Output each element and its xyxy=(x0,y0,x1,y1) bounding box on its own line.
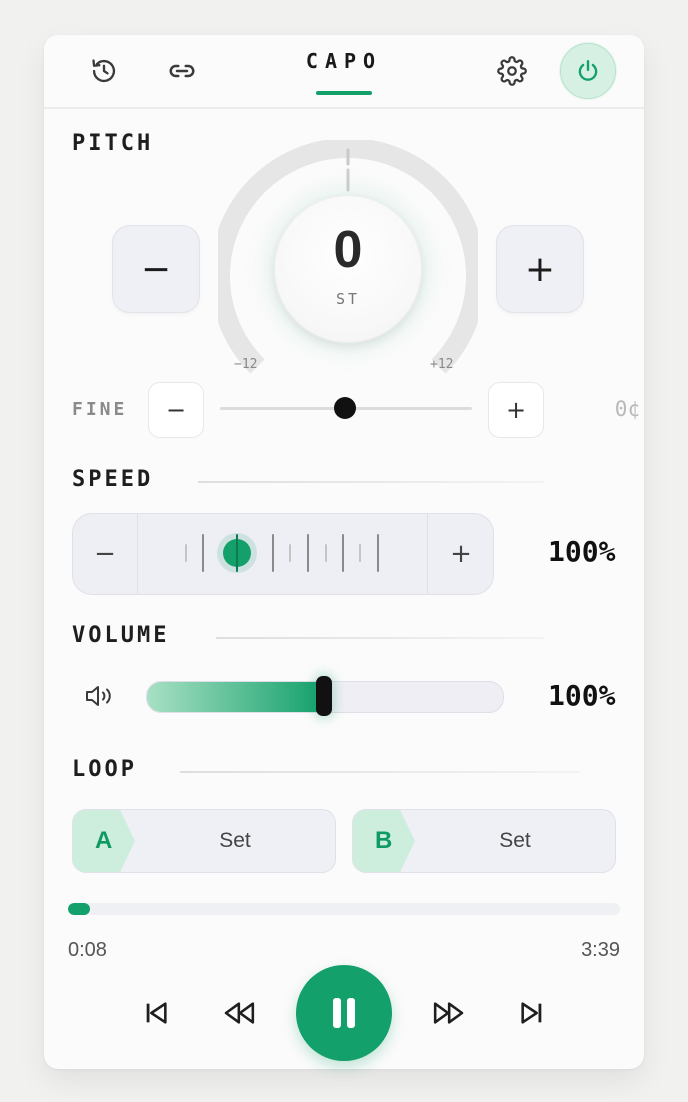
speed-label: SPEED xyxy=(72,467,154,492)
speed-value: 100% xyxy=(548,535,616,568)
pitch-value: 0 xyxy=(333,221,363,279)
history-icon xyxy=(92,59,116,83)
next-track-button[interactable] xyxy=(510,991,554,1035)
power-icon xyxy=(578,60,598,81)
total-duration: 3:39 xyxy=(581,939,620,961)
player-card: CAPO PITCH − + 0 ST −12 +12 FINE − + 0¢ … xyxy=(44,35,644,1069)
speed-divider xyxy=(198,481,544,483)
speed-decrease-button[interactable]: − xyxy=(73,514,137,594)
rewind-button[interactable] xyxy=(218,991,262,1035)
volume-slider-fill xyxy=(147,682,325,712)
title-underline xyxy=(316,91,372,95)
gear-icon xyxy=(497,56,527,86)
loop-b-button[interactable]: B Set xyxy=(352,809,616,873)
minus-icon: − xyxy=(165,396,187,424)
minus-icon: − xyxy=(140,248,172,290)
fine-slider-thumb[interactable] xyxy=(334,397,356,419)
loop-b-label: Set xyxy=(499,829,531,852)
plus-icon: + xyxy=(450,539,472,569)
plus-icon: + xyxy=(524,248,556,290)
speed-tick xyxy=(289,544,291,562)
playback-progress-track[interactable] xyxy=(68,903,620,915)
pitch-min-label: −12 xyxy=(234,357,258,372)
fast-forward-button[interactable] xyxy=(426,991,470,1035)
speaker-icon xyxy=(86,686,111,706)
volume-slider-thumb[interactable] xyxy=(316,676,332,716)
pitch-decrease-button[interactable]: − xyxy=(112,225,200,313)
link-button[interactable] xyxy=(164,53,200,89)
skip-previous-icon xyxy=(146,1002,167,1024)
speed-control: − + xyxy=(72,513,494,595)
pitch-unit: ST xyxy=(335,290,361,308)
fine-decrease-button[interactable]: − xyxy=(148,382,204,438)
loop-a-label: Set xyxy=(219,829,251,852)
pitch-max-label: +12 xyxy=(430,357,454,372)
volume-divider xyxy=(216,637,544,639)
volume-label: VOLUME xyxy=(72,623,170,648)
speed-tick xyxy=(307,534,309,572)
loop-a-button[interactable]: A Set xyxy=(72,809,336,873)
pitch-knob[interactable]: 0 ST xyxy=(274,195,422,343)
speed-tick xyxy=(325,544,327,562)
loop-b-tag: B xyxy=(353,810,415,872)
pause-icon xyxy=(333,998,355,1028)
playback-progress-fill xyxy=(68,903,91,915)
fast-forward-icon xyxy=(433,1002,464,1024)
settings-button[interactable] xyxy=(494,53,530,89)
speed-tick xyxy=(359,544,361,562)
speed-center-tick xyxy=(236,534,238,572)
loop-divider xyxy=(180,771,580,773)
pitch-increase-button[interactable]: + xyxy=(496,225,584,313)
speed-scale[interactable] xyxy=(137,514,427,594)
speed-tick xyxy=(272,534,274,572)
minus-icon: − xyxy=(94,539,116,569)
history-button[interactable] xyxy=(86,53,122,89)
fine-increase-button[interactable]: + xyxy=(488,382,544,438)
fine-label: FINE xyxy=(72,399,128,420)
volume-value: 100% xyxy=(548,679,616,712)
header-divider xyxy=(44,107,644,109)
link-icon xyxy=(169,64,195,78)
loop-label: LOOP xyxy=(72,757,137,782)
previous-track-button[interactable] xyxy=(134,991,178,1035)
rewind-icon xyxy=(224,1002,255,1024)
power-button[interactable] xyxy=(560,43,616,99)
plus-icon: + xyxy=(505,396,527,424)
pitch-label: PITCH xyxy=(72,131,154,156)
elapsed-time: 0:08 xyxy=(68,939,107,961)
loop-a-tag: A xyxy=(73,810,135,872)
speed-tick xyxy=(342,534,344,572)
volume-mute-button[interactable] xyxy=(82,681,118,711)
speed-tick xyxy=(377,534,379,572)
app-title: CAPO xyxy=(305,49,383,73)
speed-separator xyxy=(427,514,428,594)
speed-tick xyxy=(185,544,187,562)
skip-next-icon xyxy=(521,1002,542,1024)
fine-value: 0¢ xyxy=(614,397,640,421)
pause-button[interactable] xyxy=(296,965,392,1061)
speed-tick xyxy=(202,534,204,572)
speed-increase-button[interactable]: + xyxy=(429,514,493,594)
